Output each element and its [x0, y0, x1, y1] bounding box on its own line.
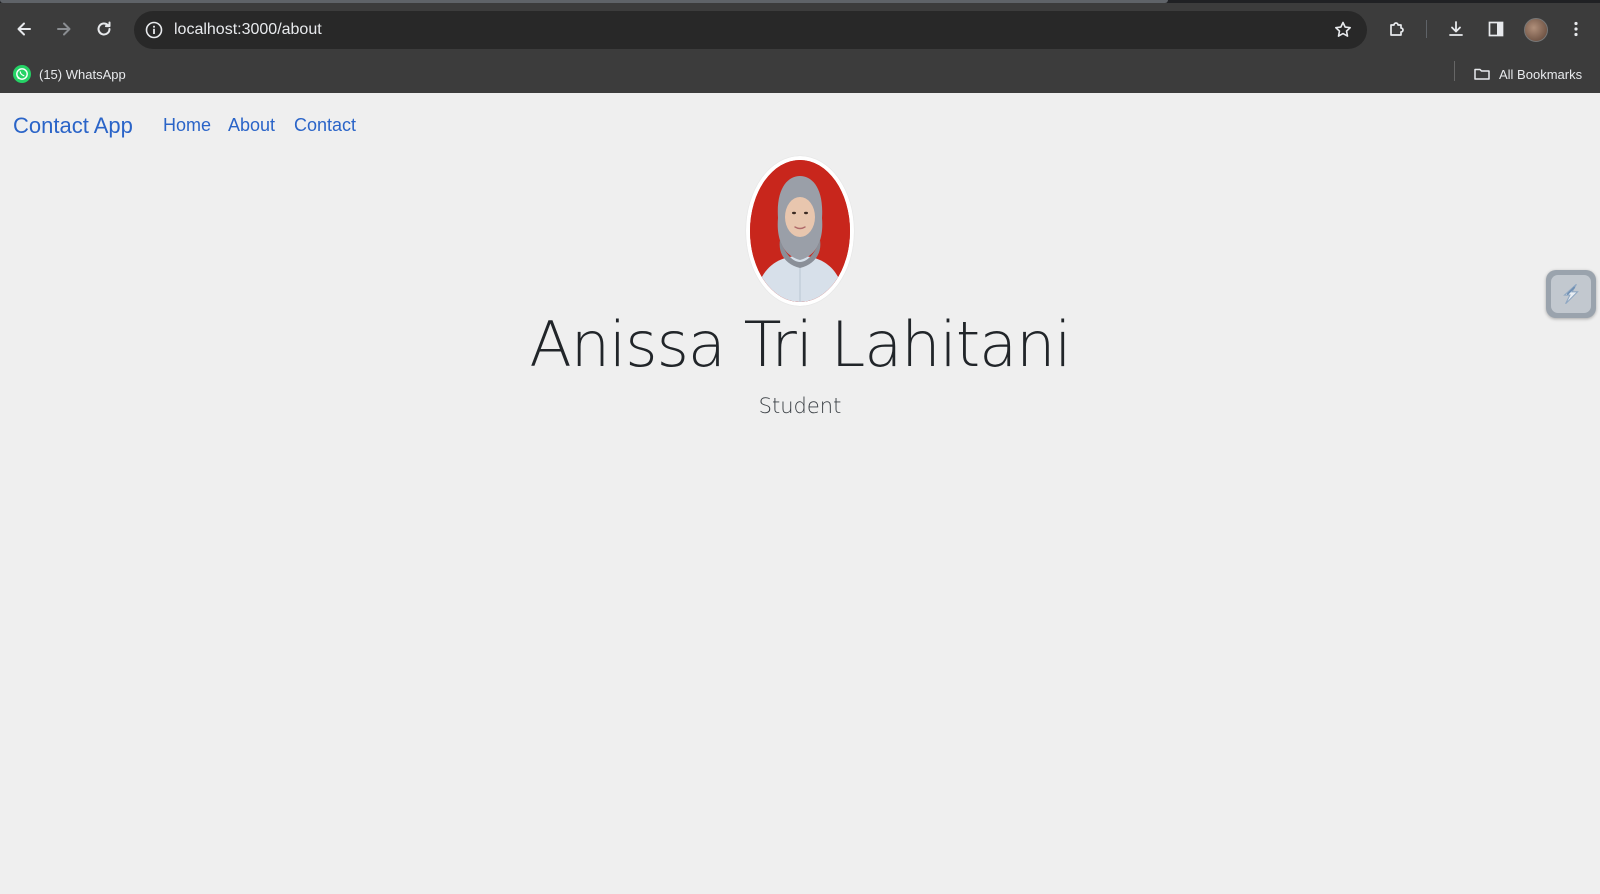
folder-icon [1474, 68, 1490, 80]
all-bookmarks-button[interactable]: All Bookmarks [1473, 62, 1582, 86]
arrow-right-icon [57, 22, 71, 36]
reload-icon [97, 21, 111, 36]
profile-name: Anissa Tri Lahitani [529, 308, 1071, 381]
bookmarks-divider [1454, 61, 1455, 81]
bookmark-star-icon[interactable] [1333, 20, 1353, 40]
profile-photo [750, 160, 850, 302]
side-panel-icon [1488, 21, 1504, 37]
nav-link-home[interactable]: Home [163, 115, 211, 136]
nav-link-contact[interactable]: Contact [294, 115, 356, 136]
bookmarks-bar: (15) WhatsApp All Bookmarks [0, 55, 1600, 93]
menu-button[interactable] [1561, 14, 1591, 44]
site-info-icon[interactable] [144, 20, 164, 40]
downloads-button[interactable] [1441, 14, 1471, 44]
profile-role: Student [758, 394, 842, 418]
floating-extension-button[interactable] [1546, 270, 1596, 318]
whatsapp-icon [13, 65, 31, 83]
browser-chrome: localhost:3000/about (15) WhatsApp All B [0, 0, 1600, 93]
arrow-left-icon [17, 22, 31, 36]
side-panel-button[interactable] [1481, 14, 1511, 44]
address-bar[interactable]: localhost:3000/about [134, 11, 1367, 49]
back-button[interactable] [9, 14, 39, 44]
extensions-button[interactable] [1382, 14, 1412, 44]
navbar-brand[interactable]: Contact App [13, 113, 133, 139]
profile-photo-frame [746, 156, 854, 306]
bookmark-whatsapp[interactable]: (15) WhatsApp [13, 62, 126, 86]
download-icon [1449, 21, 1463, 36]
url-text: localhost:3000/about [174, 21, 322, 38]
forward-button[interactable] [49, 14, 79, 44]
reload-button[interactable] [89, 14, 119, 44]
toolbar-divider [1426, 20, 1427, 38]
browser-toolbar: localhost:3000/about [0, 3, 1600, 55]
site-navbar: Contact App Home About Contact [0, 93, 1600, 159]
lightning-icon [1563, 283, 1579, 305]
all-bookmarks-label: All Bookmarks [1499, 66, 1583, 82]
kebab-menu-icon [1574, 21, 1578, 37]
nav-link-about[interactable]: About [228, 115, 275, 136]
bookmark-label: (15) WhatsApp [39, 66, 126, 82]
profile-avatar[interactable] [1524, 18, 1548, 42]
puzzle-icon [1390, 22, 1404, 36]
